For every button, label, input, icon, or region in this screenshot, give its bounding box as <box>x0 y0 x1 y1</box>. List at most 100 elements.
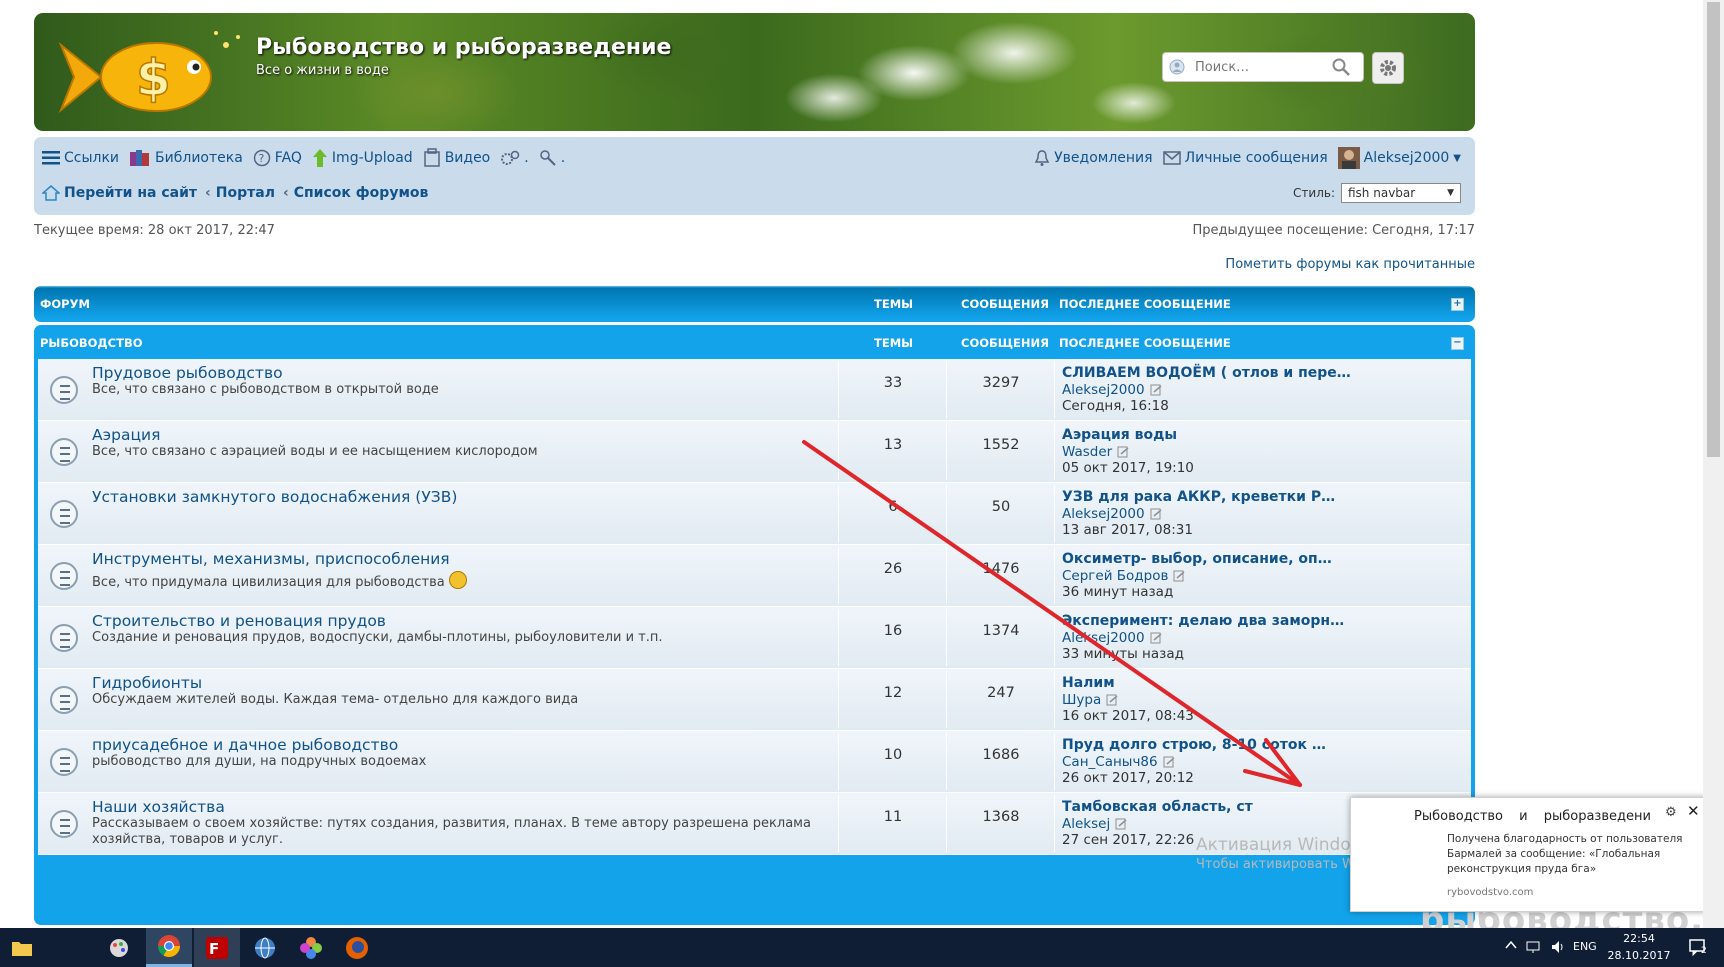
browser-notification[interactable]: Рыбоводство и рыборазведени Получена бла… <box>1350 797 1707 912</box>
avatar <box>1337 147 1360 169</box>
private-messages-link[interactable]: Личные сообщения <box>1162 150 1328 166</box>
forum-topics-count: 33 <box>883 375 903 391</box>
gear-icon <box>1380 60 1396 76</box>
taskbar-file-explorer[interactable] <box>0 928 44 967</box>
forum-row: приусадебное и дачное рыбоводство рыбово… <box>38 731 1471 793</box>
last-post-title[interactable]: Пруд долго строю, 8-10 соток … <box>1062 737 1332 753</box>
breadcrumb-site-label: Перейти на сайт <box>64 185 197 201</box>
collapse-toggle[interactable]: − <box>1451 337 1464 350</box>
last-post-title[interactable]: Аэрация воды <box>1062 427 1332 443</box>
forum-posts-count: 247 <box>987 685 1015 701</box>
nav-video-label: Видео <box>444 150 491 166</box>
site-title[interactable]: Рыбоводство и рыборазведение <box>256 35 671 60</box>
close-icon[interactable]: ✕ <box>1687 802 1700 820</box>
taskbar-app-photos[interactable] <box>288 928 334 967</box>
last-post-author[interactable]: Сергей Бодров <box>1062 568 1168 584</box>
last-post-title[interactable]: Налим <box>1062 675 1332 691</box>
last-post-author[interactable]: Сан_Саныч86 <box>1062 754 1158 770</box>
forum-topics-count: 13 <box>883 437 903 453</box>
clock-date[interactable]: 28.10.2017 <box>1604 949 1674 962</box>
action-center-button[interactable]: 2 <box>1688 937 1708 960</box>
expand-toggle[interactable]: + <box>1451 298 1464 311</box>
taskbar-firefox[interactable] <box>334 928 380 967</box>
last-post-title[interactable]: Оксиметр- выбор, описание, оп… <box>1062 551 1332 567</box>
nav-img-upload[interactable]: Img-Upload <box>312 148 413 168</box>
nav-links[interactable]: Ссылки <box>42 150 119 166</box>
category-title[interactable]: РЫБОВОДСТВО <box>40 336 143 350</box>
view-latest-post-icon[interactable] <box>1150 632 1162 644</box>
site-description: Все о жизни в воде <box>256 63 389 78</box>
last-post-author[interactable]: Aleksej <box>1062 816 1110 832</box>
last-post-author[interactable]: Wasder <box>1062 444 1112 460</box>
navbar: Ссылки Библиотека ? FAQ Img-Upload Видео <box>34 137 1475 215</box>
advanced-search-button[interactable] <box>1372 52 1404 84</box>
category-title[interactable]: ФОРУМ <box>40 297 90 311</box>
taskbar-filezilla[interactable]: F <box>194 928 240 967</box>
nav-library[interactable]: Библиотека <box>129 148 243 168</box>
last-post-time: 26 окт 2017, 20:12 <box>1062 770 1194 786</box>
search-input[interactable] <box>1193 57 1327 77</box>
clock-time[interactable]: 22:54 <box>1614 932 1664 945</box>
goldfish-logo-icon[interactable]: $ <box>56 25 256 125</box>
view-latest-post-icon[interactable] <box>1117 446 1129 458</box>
last-post: Оксиметр- выбор, описание, оп… Сергей Бо… <box>1062 551 1332 600</box>
last-post-title[interactable]: СЛИВАЕМ ВОДОЁМ ( отлов и пере… <box>1062 365 1351 381</box>
last-post-author[interactable]: Aleksej2000 <box>1062 382 1145 398</box>
forum-title[interactable]: Аэрация <box>92 426 160 444</box>
view-latest-post-icon[interactable] <box>1150 384 1162 396</box>
last-post: Эксперимент: делаю два заморн… Aleksej20… <box>1062 613 1344 662</box>
forum-category-header: РЫБОВОДСТВО ТЕМЫ СООБЩЕНИЯ ПОСЛЕДНЕЕ СОО… <box>34 325 1475 357</box>
taskbar-app-paint[interactable] <box>96 928 142 967</box>
scrollbar-thumb[interactable] <box>1707 2 1720 457</box>
view-latest-post-icon[interactable] <box>1106 694 1118 706</box>
forum-title[interactable]: Наши хозяйства <box>92 798 225 816</box>
forum-read-icon <box>50 810 78 838</box>
style-select[interactable]: fish navbar ▼ <box>1341 183 1461 203</box>
taskbar-app-network[interactable] <box>242 928 288 967</box>
forum-title[interactable]: Строительство и реновация прудов <box>92 612 386 630</box>
last-post-author[interactable]: Шура <box>1062 692 1101 708</box>
svg-text:$: $ <box>136 49 171 107</box>
last-post-title[interactable]: УЗВ для рака АККР, креветки Р… <box>1062 489 1335 505</box>
view-latest-post-icon[interactable] <box>1150 508 1162 520</box>
view-latest-post-icon[interactable] <box>1163 756 1175 768</box>
gear-icon[interactable]: ⚙ <box>1665 805 1677 820</box>
mark-forums-read-link[interactable]: Пометить форумы как прочитанные <box>1225 257 1475 272</box>
last-post-title[interactable]: Тамбовская область, ст <box>1062 799 1332 815</box>
taskbar-chrome[interactable] <box>146 928 192 967</box>
search-icon[interactable] <box>1329 56 1353 78</box>
dropdown-arrow-icon: ▼ <box>1447 188 1454 198</box>
chevron-up-icon[interactable] <box>1505 939 1517 951</box>
forum-title[interactable]: Установки замкнутого водоснабжения (УЗВ) <box>92 488 457 506</box>
site-header: $ Рыбоводство и рыборазведение Все о жиз… <box>34 13 1475 131</box>
forum-title[interactable]: Прудовое рыбоводство <box>92 364 283 382</box>
chevron-down-icon: ▼ <box>1453 152 1461 164</box>
forum-title[interactable]: Гидробионты <box>92 674 202 692</box>
forum-title[interactable]: приусадебное и дачное рыбоводство <box>92 736 398 754</box>
view-latest-post-icon[interactable] <box>1115 818 1127 830</box>
nav-extra-1[interactable]: . <box>500 149 529 167</box>
breadcrumb-forum-index[interactable]: Список форумов <box>294 185 429 201</box>
volume-icon[interactable] <box>1550 939 1566 955</box>
notifications-label: Уведомления <box>1054 150 1153 166</box>
last-post-title[interactable]: Эксперимент: делаю два заморн… <box>1062 613 1344 629</box>
network-icon[interactable] <box>1525 939 1541 955</box>
view-latest-post-icon[interactable] <box>1173 570 1185 582</box>
user-menu[interactable]: Aleksej2000 ▼ <box>1337 147 1461 169</box>
forum-topics-count: 12 <box>883 685 903 701</box>
last-post-author[interactable]: Aleksej2000 <box>1062 630 1145 646</box>
nav-faq[interactable]: ? FAQ <box>253 149 302 167</box>
last-post-time: 16 окт 2017, 08:43 <box>1062 708 1194 724</box>
notification-count-badge: 2 <box>1701 946 1707 956</box>
language-indicator[interactable]: ENG <box>1573 940 1597 953</box>
nav-video[interactable]: Видео <box>423 148 491 168</box>
last-post-author[interactable]: Aleksej2000 <box>1062 506 1145 522</box>
breadcrumb-portal[interactable]: Портал <box>216 185 275 201</box>
page-scrollbar[interactable] <box>1703 0 1724 928</box>
breadcrumb-site[interactable]: Перейти на сайт <box>42 185 197 201</box>
forum-title[interactable]: Инструменты, механизмы, приспособления <box>92 550 450 568</box>
smiley-emoji-icon <box>448 571 467 589</box>
bell-icon <box>1034 150 1050 166</box>
nav-extra-2[interactable]: . <box>539 149 565 167</box>
notifications-link[interactable]: Уведомления <box>1034 149 1153 167</box>
